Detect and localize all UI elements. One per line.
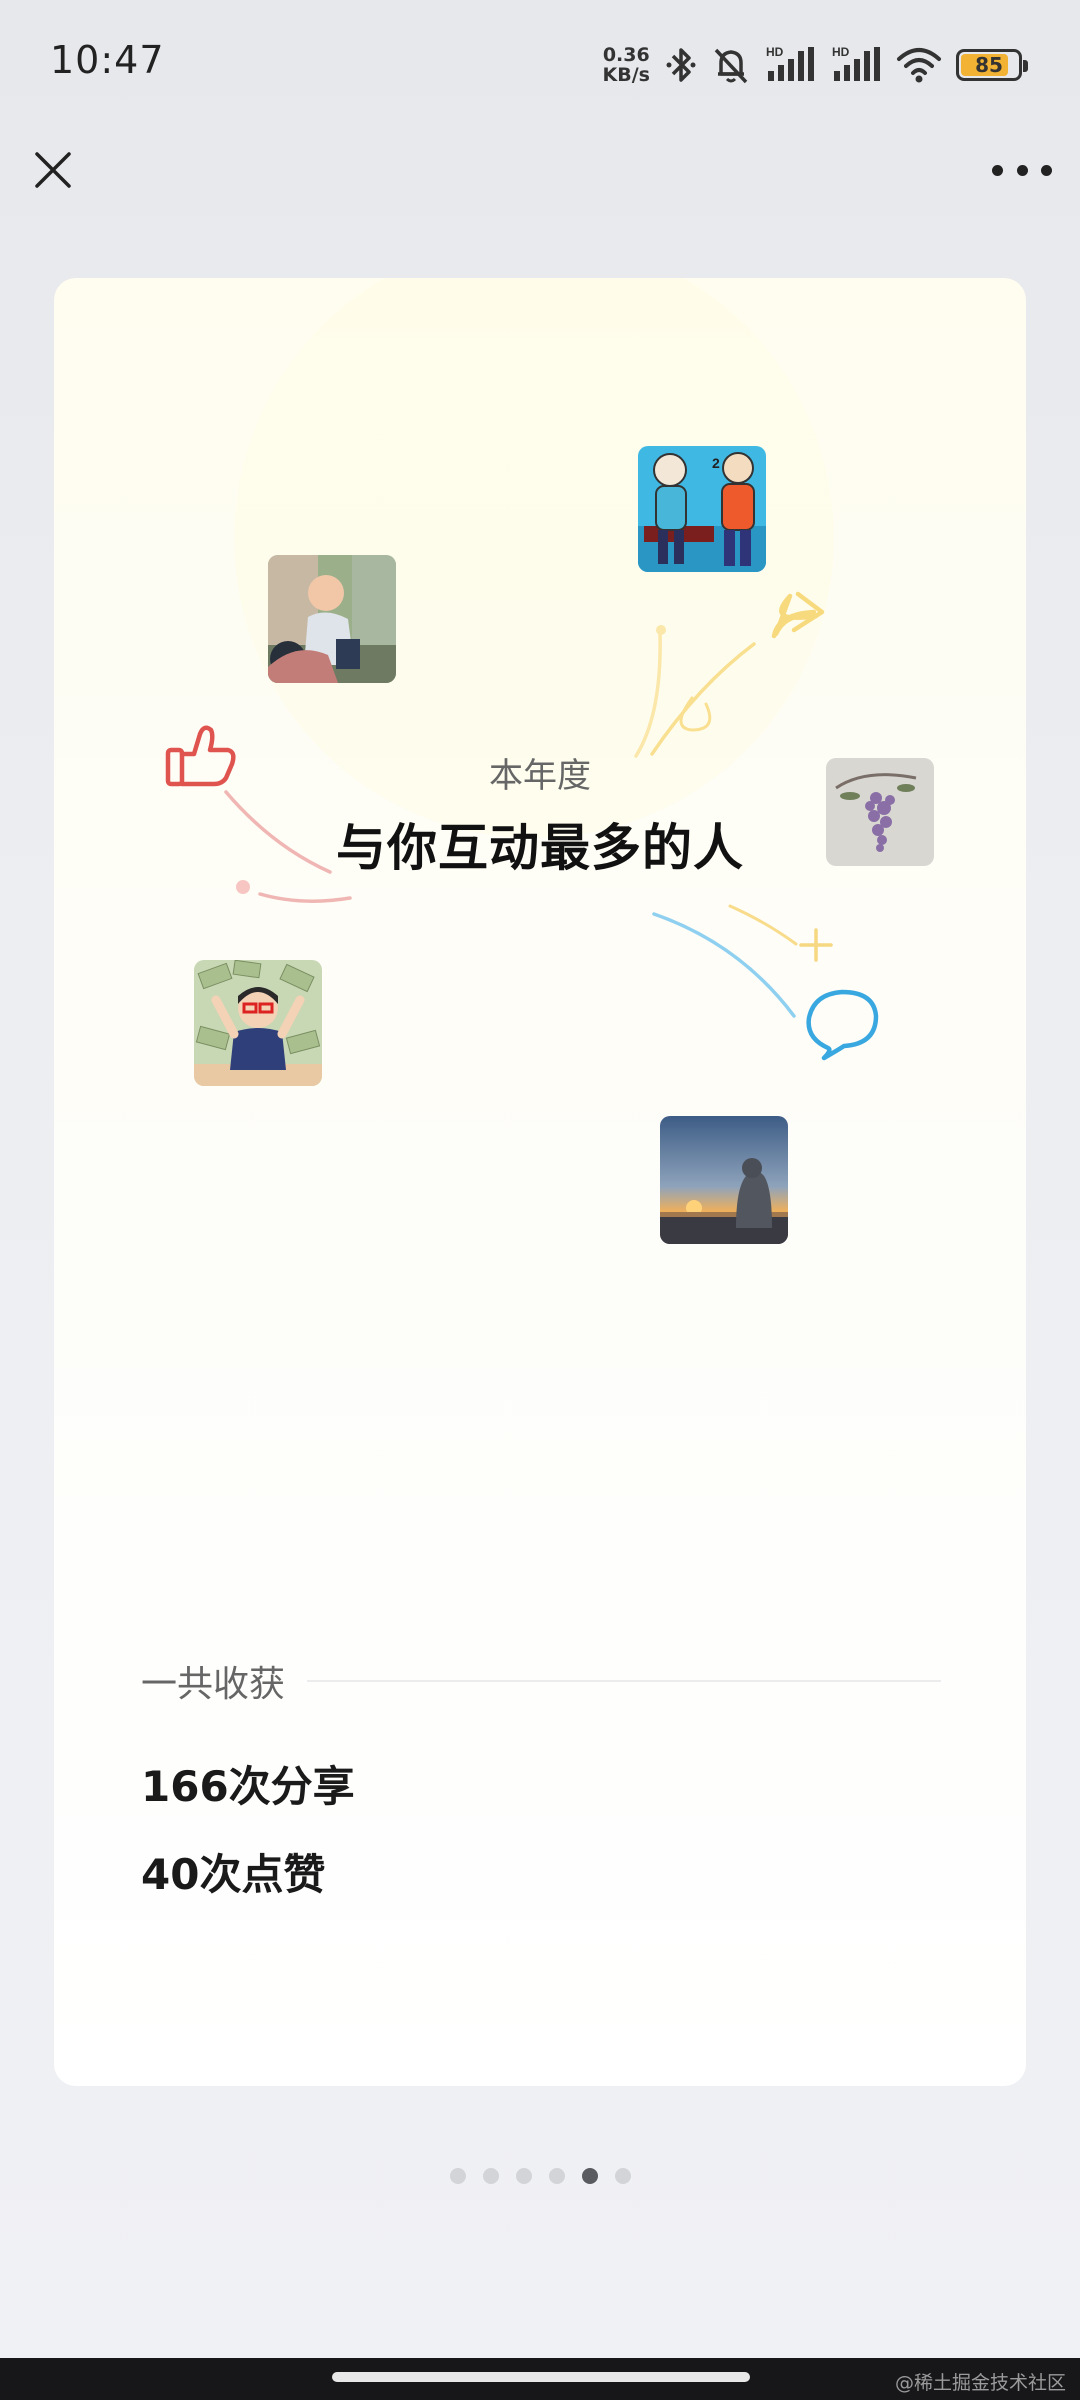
page-indicator — [0, 2168, 1080, 2184]
harvest-header: 一共收获 — [141, 1656, 941, 1706]
like-count-stat: 40次点赞 — [141, 1850, 326, 1899]
more-dot — [1041, 164, 1052, 176]
watermark: @稀土掘金技术社区 — [894, 2372, 1066, 2394]
signal-strength-icon: HD — [764, 45, 816, 85]
more-dot — [992, 164, 1003, 176]
friend-avatar[interactable] — [660, 1116, 788, 1244]
status-time: 10:47 — [50, 38, 165, 82]
top-bar — [0, 125, 1080, 235]
page-dot[interactable] — [548, 2168, 565, 2184]
friend-avatar[interactable] — [194, 960, 322, 1086]
battery-indicator: 85 — [956, 49, 1028, 81]
navigation-bar: @稀土掘金技术社区 — [0, 2358, 1080, 2400]
signal-strength-icon-2: HD — [830, 45, 882, 85]
share-count-stat: 166次分享 — [141, 1762, 355, 1811]
close-button[interactable] — [28, 145, 78, 195]
more-options-button[interactable] — [992, 145, 1052, 195]
harvest-label: 一共收获 — [141, 1664, 286, 1705]
status-bar: 10:47 0.36 KB/s HD HD 85 — [0, 0, 1080, 125]
page-dot[interactable] — [515, 2168, 532, 2184]
signal-2-label: HD — [832, 45, 850, 59]
close-icon — [35, 152, 71, 188]
page-dot[interactable] — [614, 2168, 631, 2184]
network-speed: 0.36 KB/s — [603, 45, 650, 85]
avatar-money-cartoon-image — [194, 960, 322, 1086]
wifi-icon — [896, 45, 942, 85]
comment-bubble-icon — [806, 989, 879, 1061]
home-indicator[interactable] — [332, 2372, 750, 2382]
friend-avatar[interactable]: 2 — [638, 446, 766, 572]
bell-muted-icon — [712, 45, 750, 85]
svg-text:2: 2 — [712, 455, 720, 471]
comment-trail-2 — [728, 904, 798, 946]
network-speed-unit: KB/s — [602, 64, 650, 86]
bluetooth-icon — [664, 45, 698, 85]
page-title: 与你互动最多的人 — [336, 819, 744, 877]
decoration-layer — [165, 278, 879, 1061]
avatar-photo-image — [268, 555, 396, 683]
battery-level: 85 — [975, 53, 1003, 77]
like-dot — [236, 880, 250, 894]
avatar-sunset-image — [660, 1116, 788, 1244]
more-dot — [1016, 164, 1028, 176]
divider — [307, 1680, 941, 1682]
page-dot[interactable] — [482, 2168, 499, 2184]
page-dot[interactable] — [449, 2168, 466, 2184]
avatar-cartoon-image: 2 — [638, 446, 766, 572]
sparkle-icon — [799, 928, 833, 962]
page-subtitle: 本年度 — [489, 756, 591, 796]
friend-avatar[interactable] — [268, 555, 396, 683]
annual-summary-card[interactable]: 2 本年度 与你互动最多的人 一共收获 166次分享 40次点赞 — [54, 278, 1026, 2086]
network-speed-value: 0.36 — [602, 44, 650, 66]
signal-1-label: HD — [766, 45, 784, 59]
page-dot-active[interactable] — [581, 2168, 598, 2184]
status-icons: 0.36 KB/s HD HD 85 — [603, 40, 1028, 90]
like-trail-2 — [258, 892, 352, 903]
